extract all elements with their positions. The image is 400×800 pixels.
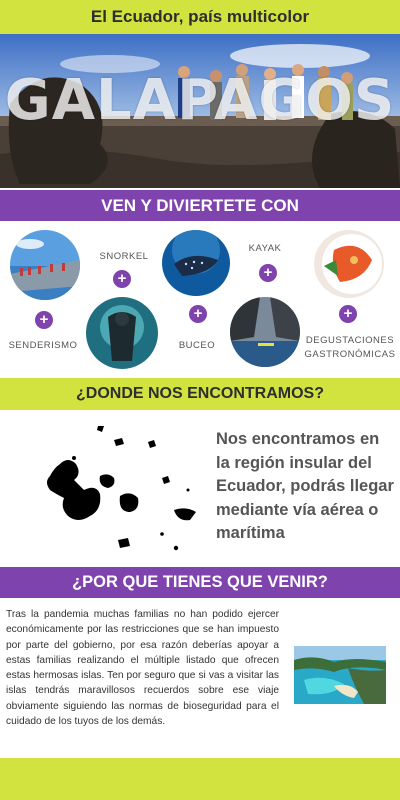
activity-label-snorkel: SNORKEL: [99, 251, 149, 262]
reasons-heading: ¿POR QUE TIENES QUE VENIR?: [72, 573, 328, 591]
location-section-title: ¿DONDE NOS ENCONTRAMOS?: [0, 378, 400, 410]
activities-heading: VEN Y DIVIERTETE CON: [101, 195, 299, 215]
plus-icon: +: [35, 311, 53, 329]
activity-image-hiking: [10, 230, 80, 300]
activity-image-kayak: [230, 297, 300, 367]
plus-icon: +: [113, 270, 131, 288]
reasons-section-title: ¿POR QUE TIENES QUE VENIR?: [0, 567, 400, 598]
plus-icon: +: [259, 264, 277, 282]
location-heading: ¿DONDE NOS ENCONTRAMOS?: [76, 385, 324, 402]
activity-label-food: DEGUSTACIONES GASTRONÓMICAS: [304, 335, 396, 360]
activity-label-hiking: SENDERISMO: [8, 340, 78, 351]
activity-image-snorkel: [86, 297, 158, 369]
hero-banner: GALAPAGOS: [0, 34, 400, 188]
plus-icon: +: [339, 305, 357, 323]
header-title-bar: El Ecuador, país multicolor: [0, 0, 400, 34]
footer-bar: [0, 758, 400, 800]
activity-image-diving: [162, 230, 230, 296]
location-description: Nos encontramos en la región insular del…: [216, 430, 394, 542]
page-title: El Ecuador, país multicolor: [90, 7, 310, 26]
hero-overlay-word: GALAPAGOS: [4, 68, 396, 133]
activity-image-food: [314, 230, 384, 298]
activities-section-title: VEN Y DIVIERTETE CON: [0, 190, 400, 221]
plus-icon: +: [189, 305, 207, 323]
activity-label-diving: BUCEO: [178, 340, 216, 351]
galapagos-map-icon: [47, 426, 196, 551]
beach-photo: [294, 646, 386, 704]
reasons-paragraph: Tras la pandemia muchas familias no han …: [6, 609, 279, 728]
activity-label-kayak: KAYAK: [248, 243, 282, 254]
